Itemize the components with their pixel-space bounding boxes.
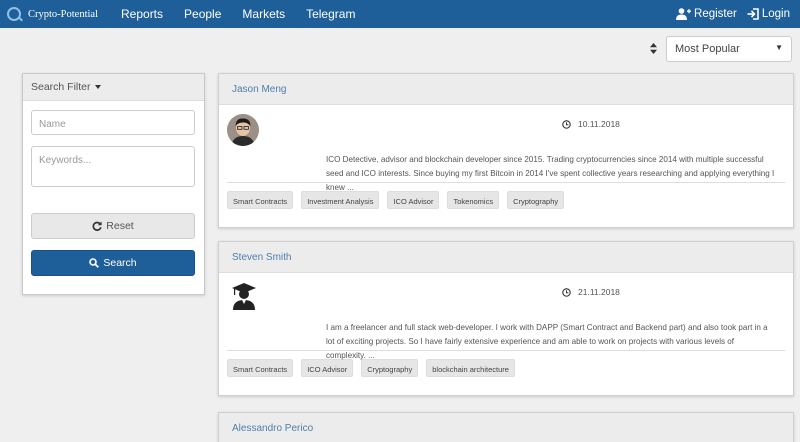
search-filter-panel: Search Filter Name Keywords... Reset Sea… <box>22 73 205 295</box>
avatar-photo-icon <box>227 114 259 146</box>
register-label: Register <box>694 8 737 20</box>
card-body: 21.11.2018 I am a freelancer and full st… <box>219 273 793 360</box>
refresh-icon <box>92 221 102 231</box>
sign-in-icon <box>747 8 759 20</box>
brand-name: Crypto-Potential <box>28 8 98 20</box>
card-body: 10.11.2018 ICO Detective, advisor and bl… <box>219 105 793 192</box>
nav-link-people[interactable]: People <box>184 7 221 21</box>
name-input[interactable]: Name <box>31 110 195 135</box>
avatar[interactable] <box>227 114 259 146</box>
sort-selected-value: Most Popular <box>675 43 740 55</box>
profile-name-link[interactable]: Jason Meng <box>232 84 286 95</box>
keywords-input[interactable]: Keywords... <box>31 146 195 187</box>
card-header: Alessandro Perico <box>219 413 793 442</box>
search-icon <box>89 258 100 268</box>
search-label: Search <box>103 257 137 269</box>
reset-label: Reset <box>106 220 134 232</box>
nav-account: Register Login <box>676 0 800 28</box>
sort-select[interactable]: Most Popular ▼ <box>666 36 792 62</box>
profile-description: I am a freelancer and full stack web-dev… <box>326 323 768 360</box>
card-header: Steven Smith <box>219 242 793 273</box>
caret-down-icon <box>94 85 101 89</box>
clock-icon <box>562 119 571 129</box>
tag-smart-contracts[interactable]: Smart Contracts <box>227 191 294 209</box>
profile-name-link[interactable]: Alessandro Perico <box>232 423 313 434</box>
graduate-avatar-icon[interactable] <box>231 282 257 310</box>
profile-card: Alessandro Perico <box>218 412 794 442</box>
profile-name-link[interactable]: Steven Smith <box>232 252 291 263</box>
search-button[interactable]: Search <box>31 250 195 276</box>
chevron-down-icon: ▼ <box>775 43 783 52</box>
post-date-value: 10.11.2018 <box>578 119 620 129</box>
post-date: 21.11.2018 <box>562 287 620 297</box>
profile-description: ICO Detective, advisor and blockchain de… <box>326 155 775 192</box>
sort-icon <box>650 43 657 54</box>
login-link[interactable]: Login <box>747 8 790 20</box>
post-date: 10.11.2018 <box>562 119 620 129</box>
login-label: Login <box>761 8 790 20</box>
top-navbar: Crypto-Potential Reports People Markets … <box>0 0 800 28</box>
nav-link-telegram[interactable]: Telegram <box>306 7 355 21</box>
clock-icon <box>562 287 571 297</box>
search-filter-title: Search Filter <box>31 81 91 93</box>
reset-button[interactable]: Reset <box>31 213 195 239</box>
post-date-value: 21.11.2018 <box>578 287 620 297</box>
search-filter-toggle[interactable]: Search Filter <box>23 74 204 101</box>
tag-smart-contracts[interactable]: Smart Contracts <box>227 359 294 377</box>
brand[interactable]: Crypto-Potential <box>7 7 98 21</box>
register-link[interactable]: Register <box>676 8 737 20</box>
profile-card: Jason Meng 10.11.2018 ICO Detective, adv… <box>218 73 794 228</box>
card-header: Jason Meng <box>219 74 793 105</box>
brand-logo-icon <box>7 7 21 21</box>
nav-link-markets[interactable]: Markets <box>242 7 285 21</box>
main-nav: Reports People Markets Telegram <box>108 7 363 21</box>
user-plus-icon <box>676 8 692 20</box>
profile-card: Steven Smith 21.11.2018 I am a freelance… <box>218 241 794 396</box>
nav-link-reports[interactable]: Reports <box>121 7 163 21</box>
